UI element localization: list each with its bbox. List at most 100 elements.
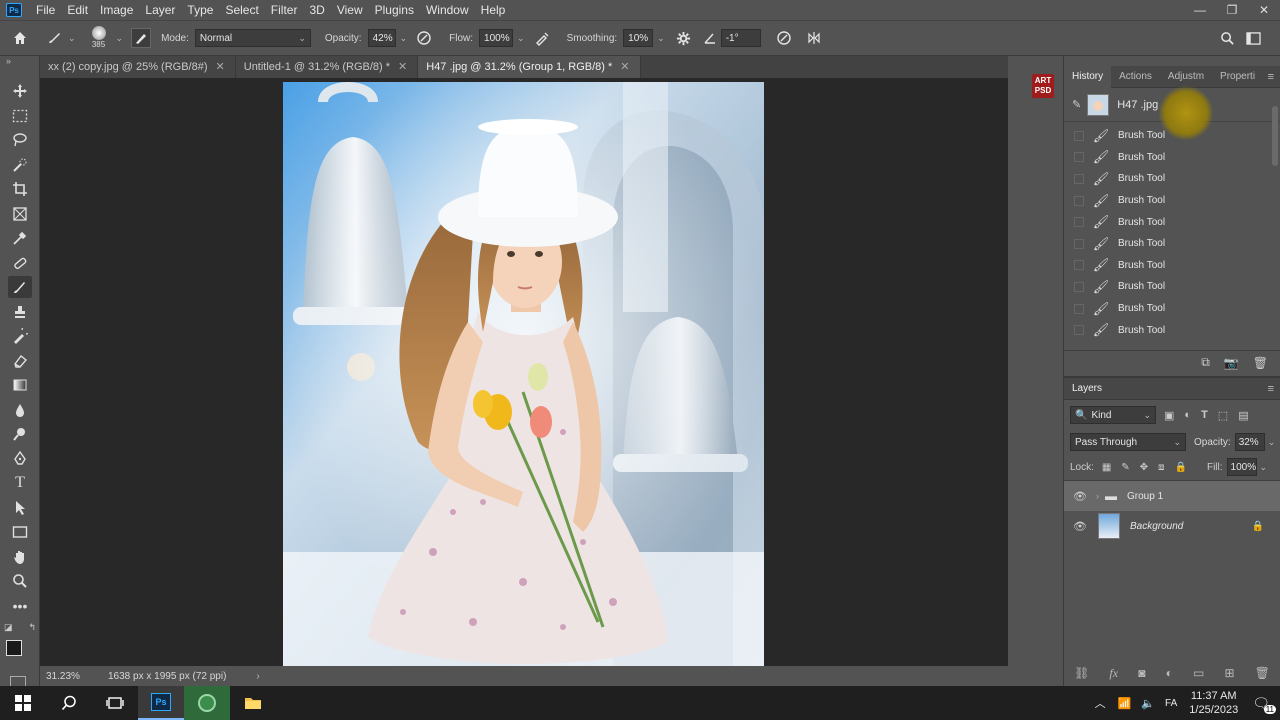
history-step[interactable]: 🖌 Brush Tool [1064, 298, 1280, 320]
history-step[interactable]: 🖌 Brush Tool [1064, 147, 1280, 169]
group-expand-icon[interactable]: › [1096, 491, 1099, 501]
more-tools-icon[interactable]: ••• [8, 595, 32, 617]
taskbar-search-icon[interactable] [46, 686, 92, 720]
link-layers-icon[interactable]: ⛓ [1074, 666, 1089, 680]
photoshop-logo-icon[interactable]: Ps [6, 3, 22, 17]
layer-style-fx-icon[interactable]: fx [1109, 666, 1118, 681]
history-brush-source-icon[interactable]: ✎ [1072, 98, 1081, 111]
menu-help[interactable]: Help [475, 0, 512, 20]
close-button[interactable]: ✕ [1248, 0, 1280, 20]
new-adjustment-layer-icon[interactable]: ◐ [1166, 666, 1173, 680]
restore-button[interactable]: ❐ [1216, 0, 1248, 20]
minimize-button[interactable]: — [1184, 0, 1216, 20]
history-step-checkbox[interactable] [1074, 238, 1084, 249]
filter-pixel-icon[interactable]: ▣ [1164, 409, 1174, 422]
status-expand-icon[interactable]: › [256, 671, 259, 682]
recorder-app-icon[interactable] [184, 686, 230, 720]
workspace-icon[interactable] [1242, 31, 1264, 45]
pen-tool-icon[interactable] [8, 448, 32, 470]
move-tool-icon[interactable] [8, 80, 32, 102]
tab-properties[interactable]: Properti [1212, 66, 1263, 88]
opacity-input[interactable]: 42% [367, 29, 396, 47]
lock-transparent-icon[interactable]: ▦ [1102, 462, 1111, 473]
brush-size-caret-icon[interactable]: ⌄ [116, 33, 124, 44]
quick-mask-icon[interactable] [10, 676, 26, 686]
zoom-level[interactable]: 31.23% [46, 671, 104, 682]
brush-preset-caret-icon[interactable]: ⌄ [68, 33, 76, 44]
mode-select[interactable]: Normal ⌄ [194, 29, 311, 47]
eraser-tool-icon[interactable] [8, 350, 32, 372]
blend-mode-select[interactable]: Pass Through ⌄ [1070, 433, 1186, 451]
history-step-checkbox[interactable] [1074, 173, 1084, 184]
tab-history[interactable]: History [1064, 65, 1112, 88]
history-step[interactable]: 🖌 Brush Tool [1064, 211, 1280, 233]
visibility-eye-icon[interactable]: 👁 [1072, 490, 1088, 503]
frame-tool-icon[interactable] [8, 203, 32, 225]
menu-image[interactable]: Image [94, 0, 139, 20]
fill-input[interactable]: 100% [1226, 458, 1257, 476]
eyedropper-tool-icon[interactable] [8, 227, 32, 249]
layers-panel-menu-icon[interactable]: ≡ [1268, 383, 1274, 395]
document-tab-active[interactable]: H47 .jpg @ 31.2% (Group 1, RGB/8) * ✕ [418, 56, 641, 78]
history-step-checkbox[interactable] [1074, 325, 1084, 336]
add-mask-icon[interactable]: ◙ [1138, 666, 1145, 680]
create-snapshot-icon[interactable]: 📷 [1224, 356, 1239, 370]
history-step-checkbox[interactable] [1074, 303, 1084, 314]
history-step-checkbox[interactable] [1074, 260, 1084, 271]
smoothing-caret-icon[interactable]: ⌄ [657, 33, 665, 44]
history-step-checkbox[interactable] [1074, 152, 1084, 163]
history-scrollbar[interactable] [1272, 106, 1278, 166]
angle-input[interactable]: -1° [720, 29, 761, 47]
artpsd-plugin-icon[interactable]: ART PSD [1032, 74, 1054, 98]
pressure-opacity-icon[interactable] [413, 30, 435, 46]
new-group-icon[interactable]: ▭ [1193, 666, 1204, 680]
history-step[interactable]: 🖌 Brush Tool [1064, 168, 1280, 190]
menu-view[interactable]: View [331, 0, 369, 20]
lock-image-icon[interactable]: ✎ [1121, 462, 1129, 473]
brush-size-picker[interactable]: 385 [84, 23, 114, 53]
panel-menu-icon[interactable]: ≡ [1268, 71, 1274, 83]
history-step-checkbox[interactable] [1074, 195, 1084, 206]
history-step[interactable]: 🖌 Brush Tool [1064, 276, 1280, 298]
task-view-icon[interactable] [92, 686, 138, 720]
search-icon[interactable] [1216, 31, 1238, 46]
tab-adjustments[interactable]: Adjustm [1160, 66, 1212, 88]
home-icon[interactable] [0, 30, 40, 46]
new-layer-icon[interactable]: ⊞ [1224, 666, 1234, 680]
document-image[interactable] [283, 82, 764, 667]
history-step-checkbox[interactable] [1074, 130, 1084, 141]
layer-row-group[interactable]: 👁 › ▬ Group 1 [1064, 481, 1280, 511]
quick-selection-tool-icon[interactable] [8, 154, 32, 176]
opacity-caret-icon[interactable]: ⌄ [400, 33, 408, 44]
type-tool-icon[interactable]: T [8, 472, 32, 494]
input-language[interactable]: FA [1165, 698, 1177, 709]
tab-actions[interactable]: Actions [1111, 66, 1160, 88]
close-tab-icon[interactable]: ✕ [216, 56, 225, 78]
document-tab[interactable]: Untitled-1 @ 31.2% (RGB/8) * ✕ [235, 56, 419, 78]
hand-tool-icon[interactable] [8, 546, 32, 568]
history-step[interactable]: 🖌 Brush Tool [1064, 255, 1280, 277]
toolbar-collapse-icon[interactable]: » [6, 56, 11, 66]
history-brush-tool-icon[interactable] [8, 325, 32, 347]
default-colors-icon[interactable]: ◪ [4, 622, 13, 634]
flow-caret-icon[interactable]: ⌄ [517, 33, 525, 44]
menu-layer[interactable]: Layer [139, 0, 181, 20]
menu-3d[interactable]: 3D [303, 0, 330, 20]
filter-shape-icon[interactable]: ⬚ [1218, 409, 1228, 422]
menu-window[interactable]: Window [420, 0, 475, 20]
gear-icon[interactable] [673, 31, 695, 46]
brush-tool-preset-icon[interactable] [40, 30, 68, 46]
menu-file[interactable]: File [30, 0, 61, 20]
history-step[interactable]: 🖌 Brush Tool [1064, 190, 1280, 212]
lasso-tool-icon[interactable] [8, 129, 32, 151]
layer-opacity-caret-icon[interactable]: ⌄ [1268, 437, 1276, 448]
brush-settings-panel-icon[interactable] [131, 28, 152, 48]
menu-edit[interactable]: Edit [61, 0, 94, 20]
show-hidden-icons-icon[interactable]: ︿ [1095, 695, 1106, 711]
layers-panel-title[interactable]: Layers [1064, 383, 1110, 394]
layer-filter-select[interactable]: 🔍 Kind ⌄ [1070, 406, 1156, 424]
history-step-checkbox[interactable] [1074, 217, 1084, 228]
close-tab-icon[interactable]: ✕ [620, 56, 629, 78]
brush-tool-icon[interactable] [8, 276, 32, 298]
layer-lock-icon[interactable]: 🔒 [1252, 521, 1264, 532]
